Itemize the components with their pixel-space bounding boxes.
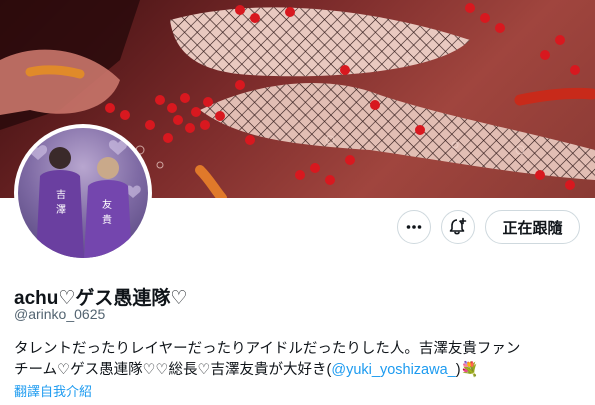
profile-bio: タレントだったりレイヤーだったりアイドルだったりした人。吉澤友貴ファン チーム♡…: [14, 339, 584, 381]
mention-link[interactable]: @yuki_yoshizawa_: [331, 362, 455, 378]
svg-text:澤: 澤: [56, 204, 66, 216]
svg-text:友: 友: [102, 198, 112, 211]
user-handle: @arinko_0625: [14, 306, 106, 322]
bio-text: チーム♡ゲス愚連隊♡♡総長♡吉澤友貴が大好き(: [14, 362, 332, 378]
svg-text:吉: 吉: [56, 189, 66, 201]
notifications-button[interactable]: [441, 210, 475, 244]
bio-text: )💐: [455, 362, 479, 378]
avatar-photo: 吉 澤 友 貴: [18, 128, 148, 258]
translate-bio-link[interactable]: 翻譯自我介紹: [14, 381, 92, 400]
bio-line: タレントだったりレイヤーだったりアイドルだったりした人。吉澤友貴ファン: [14, 341, 521, 357]
bio-line: チーム♡ゲス愚連隊♡♡総長♡吉澤友貴が大好き(@yuki_yoshizawa_)…: [14, 360, 584, 381]
following-button[interactable]: 正在跟隨: [485, 210, 580, 244]
more-dots-icon: [406, 225, 422, 229]
profile-avatar[interactable]: 吉 澤 友 貴: [14, 124, 152, 262]
more-options-button[interactable]: [397, 210, 431, 244]
notification-bell-plus-icon: [449, 217, 467, 235]
svg-text:貴: 貴: [102, 213, 112, 226]
